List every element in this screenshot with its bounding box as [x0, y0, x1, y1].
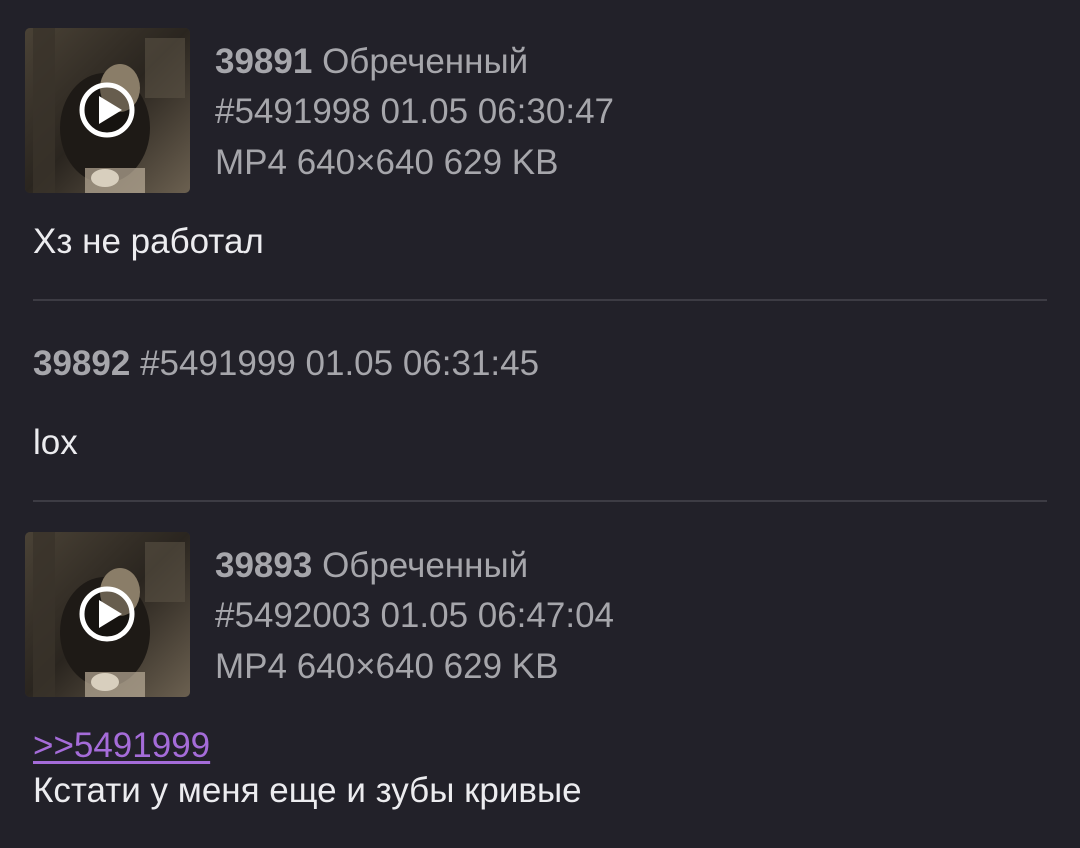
post-comment: Кстати у меня еще и зубы кривые — [33, 771, 582, 810]
post-header: 39891 Обреченный — [215, 37, 528, 87]
post-id-timestamp[interactable]: #5491999 01.05 06:31:45 — [140, 344, 539, 383]
post-id-timestamp[interactable]: #5492003 01.05 06:47:04 — [215, 591, 614, 641]
poster-name: Обреченный — [322, 546, 529, 585]
post-number[interactable]: 39893 — [215, 546, 312, 585]
post-id-timestamp[interactable]: #5491998 01.05 06:30:47 — [215, 87, 614, 137]
play-icon[interactable] — [25, 28, 190, 193]
thread-feed: 39891 Обреченный #5491998 01.05 06:30:47… — [0, 0, 1080, 848]
play-icon[interactable] — [25, 532, 190, 697]
poster-name: Обреченный — [322, 42, 529, 81]
post-divider — [33, 500, 1047, 502]
post-comment: Хз не работал — [33, 222, 264, 261]
file-info: MP4 640×640 629 KB — [215, 647, 559, 686]
post-number[interactable]: 39892 — [33, 344, 130, 383]
video-thumbnail[interactable] — [25, 28, 190, 193]
video-thumbnail[interactable] — [25, 532, 190, 697]
post-header: 39892 #5491999 01.05 06:31:45 — [33, 339, 539, 389]
post-comment: lox — [33, 423, 78, 462]
reply-link[interactable]: >>5491999 — [33, 723, 210, 769]
post-number[interactable]: 39891 — [215, 42, 312, 81]
file-info: MP4 640×640 629 KB — [215, 143, 559, 182]
post-header: 39893 Обреченный — [215, 541, 528, 591]
post-divider — [33, 299, 1047, 301]
